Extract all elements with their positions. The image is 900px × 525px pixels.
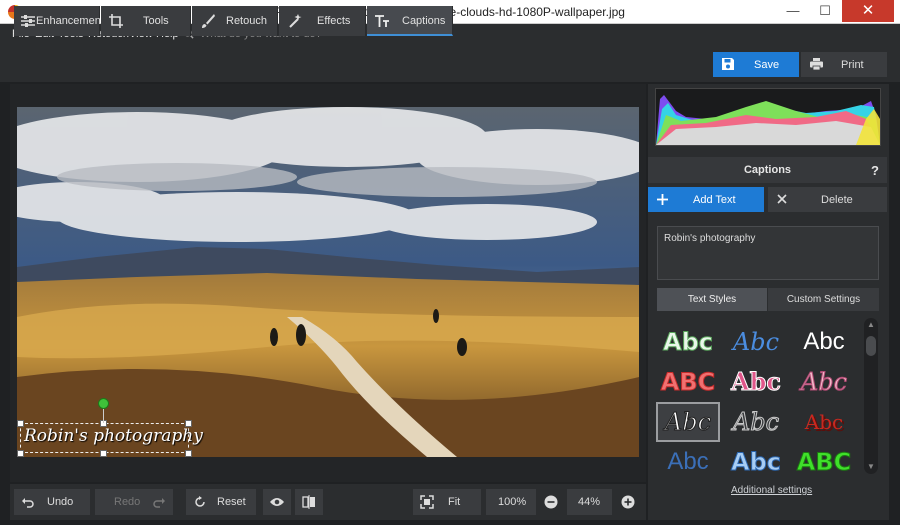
plus-circle-icon	[621, 495, 635, 509]
save-label: Save	[754, 59, 780, 71]
minimize-button[interactable]: —	[778, 0, 808, 22]
panel-title: Captions	[743, 164, 792, 176]
magic-wand-icon	[289, 14, 302, 28]
delete-button[interactable]: Delete	[768, 187, 887, 212]
plus-icon	[657, 194, 668, 205]
tab-captions[interactable]: Captions	[367, 6, 453, 36]
redo-button[interactable]: Redo	[95, 489, 173, 515]
style-item-selected[interactable]: Abc	[656, 402, 720, 442]
resize-handle[interactable]	[185, 450, 192, 457]
zoom-100-label: 100%	[498, 496, 527, 508]
redo-label: Redo	[114, 496, 141, 508]
add-text-button[interactable]: Add Text	[648, 187, 764, 212]
histogram-graph	[656, 95, 880, 145]
tab-text-styles[interactable]: Text Styles	[657, 288, 767, 311]
save-button[interactable]: Save	[713, 52, 799, 77]
sliders-icon	[21, 15, 35, 27]
resize-handle[interactable]	[17, 420, 24, 427]
delete-label: Delete	[821, 194, 853, 206]
tab-effects[interactable]: Effects	[279, 6, 366, 36]
style-item[interactable]: Abc	[657, 324, 719, 360]
undo-button[interactable]: Undo	[14, 489, 90, 515]
printer-icon	[810, 58, 823, 71]
style-item[interactable]: ABC	[793, 444, 855, 480]
style-item[interactable]: Abc	[725, 404, 787, 440]
additional-settings-link[interactable]: Additional settings	[731, 485, 812, 496]
resize-handle[interactable]	[100, 450, 107, 457]
eye-icon	[270, 498, 284, 506]
landscape-photo	[17, 107, 639, 457]
close-button[interactable]: ✕	[842, 0, 894, 22]
zoom-out-button[interactable]	[540, 489, 562, 515]
reset-label: Reset	[217, 496, 246, 508]
resize-handle[interactable]	[17, 450, 24, 457]
zoom-100-button[interactable]: 100%	[486, 489, 536, 515]
style-item[interactable]: Abc	[725, 364, 787, 400]
scrollbar-thumb[interactable]	[866, 336, 876, 356]
crop-icon	[109, 14, 123, 28]
tab-enhancement[interactable]: Enhancement	[14, 6, 104, 36]
scroll-down-icon[interactable]: ▼	[866, 463, 876, 471]
tab-custom-settings[interactable]: Custom Settings	[768, 288, 879, 311]
style-item[interactable]: Abc	[725, 324, 787, 360]
resize-handle[interactable]	[185, 420, 192, 427]
style-item[interactable]: Abc	[725, 444, 787, 480]
zoom-in-button[interactable]	[617, 489, 639, 515]
undo-icon	[22, 498, 34, 508]
reset-button[interactable]: Reset	[186, 489, 256, 515]
fit-screen-icon	[420, 495, 434, 509]
redo-icon	[153, 498, 165, 508]
compare-icon	[302, 495, 315, 509]
brush-icon	[202, 14, 215, 28]
caption-text-input[interactable]: Robin's photography	[657, 226, 879, 280]
zoom-value: 44%	[578, 496, 601, 508]
tab-label: Tools	[143, 15, 169, 27]
style-item[interactable]: ABC	[657, 364, 719, 400]
zoom-value-field[interactable]: 44%	[567, 489, 612, 515]
floppy-disk-icon	[722, 58, 734, 70]
style-item[interactable]: Abc	[793, 404, 855, 440]
tab-label: Retouch	[226, 15, 267, 27]
fit-label: Fit	[448, 496, 461, 508]
fit-button[interactable]: Fit	[413, 489, 481, 515]
text-icon	[375, 15, 389, 27]
style-item[interactable]: Abc	[793, 324, 855, 360]
histogram	[655, 88, 881, 146]
style-item[interactable]: Abc	[657, 444, 719, 480]
preview-button[interactable]	[263, 489, 291, 515]
caption-text[interactable]: Robin's photography	[24, 426, 203, 446]
compare-button[interactable]	[295, 489, 323, 515]
reset-icon	[195, 496, 205, 507]
tab-retouch[interactable]: Retouch	[192, 6, 278, 36]
photo-canvas[interactable]	[17, 107, 639, 457]
minus-circle-icon	[544, 495, 558, 509]
tab-label: Captions	[402, 15, 446, 27]
help-icon[interactable]: ?	[871, 163, 879, 178]
rotation-handle[interactable]	[98, 398, 109, 409]
text-styles-grid: Abc Abc Abc ABC Abc Abc Abc Abc Abc Abc …	[656, 318, 861, 477]
delete-x-icon	[777, 194, 787, 204]
print-label: Print	[841, 59, 864, 71]
rotation-connector	[103, 408, 104, 423]
tab-tools[interactable]: Tools	[101, 6, 191, 36]
captions-panel-header: Captions ?	[648, 157, 887, 183]
print-button[interactable]: Print	[801, 52, 887, 77]
style-item[interactable]: Abc	[793, 364, 855, 400]
scroll-up-icon[interactable]: ▲	[866, 321, 876, 329]
tab-label: Effects	[317, 15, 351, 27]
tab-label: Enhancement	[36, 15, 104, 27]
add-text-label: Add Text	[693, 194, 736, 206]
maximize-button[interactable]: ☐	[810, 0, 840, 22]
undo-label: Undo	[47, 496, 74, 508]
